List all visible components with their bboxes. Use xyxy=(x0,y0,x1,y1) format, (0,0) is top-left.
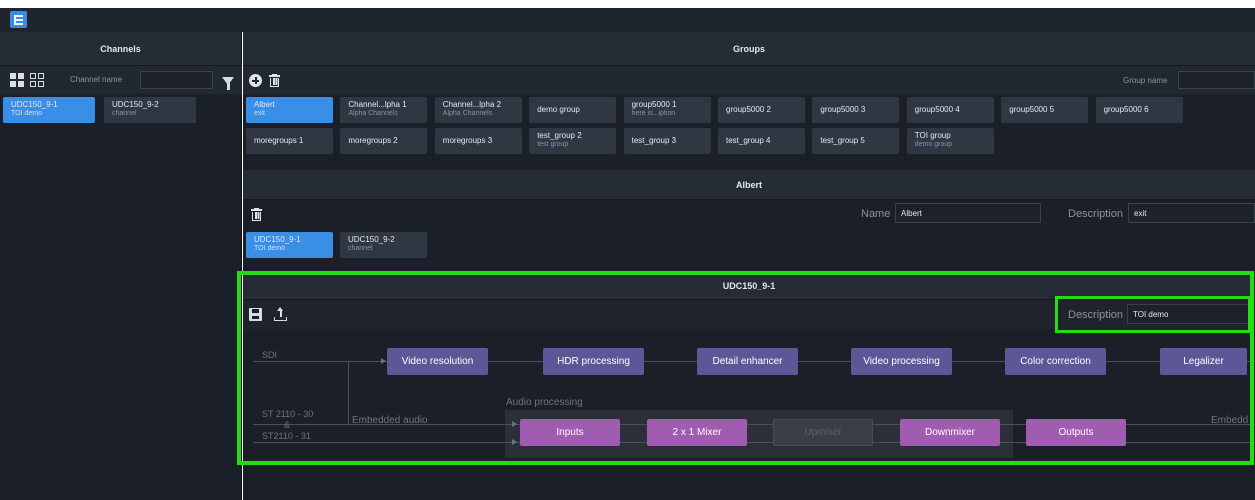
list-layout-icon[interactable] xyxy=(10,11,27,28)
group-chip[interactable]: Channel...lpha 1 Alpha Channels xyxy=(340,97,428,123)
group-chip-label: group5000 4 xyxy=(914,105,960,114)
grid-small-icon[interactable] xyxy=(30,73,44,87)
group-chip-description: exit xyxy=(254,110,265,117)
member-chip[interactable]: UDC150_9-2 channel xyxy=(340,232,427,258)
delete-icon[interactable] xyxy=(269,74,280,87)
delete-group-icon[interactable] xyxy=(251,208,262,221)
group-chip-label: group5000 6 xyxy=(1103,105,1149,114)
group-description-field[interactable] xyxy=(1128,203,1255,223)
group-chip-label: test_group 5 xyxy=(820,136,865,145)
group-chip[interactable]: moregroups 2 xyxy=(340,128,428,154)
group-chip[interactable]: test_group 5 xyxy=(812,128,900,154)
group-chip-label: moregroups 1 xyxy=(254,136,304,145)
group-chip[interactable]: group5000 3 xyxy=(812,97,900,123)
group-chip-label: group5000 1 xyxy=(631,100,677,109)
description-highlight xyxy=(1055,296,1251,333)
group-chip-label: Albert xyxy=(254,100,275,109)
group-chip-label: group5000 5 xyxy=(1009,105,1055,114)
channel-name-input[interactable] xyxy=(140,71,213,89)
channel-chip-description: TOI demo xyxy=(11,110,42,117)
group-chip[interactable]: group5000 4 xyxy=(906,97,994,123)
group-chip[interactable]: group5000 5 xyxy=(1001,97,1089,123)
group-chip-label: Channel...lpha 2 xyxy=(442,100,502,109)
group-chip[interactable]: group5000 6 xyxy=(1095,97,1183,123)
group-chip-description: here is...iption xyxy=(631,110,676,117)
group-chip[interactable]: TOI group demo group xyxy=(906,128,994,154)
group-chip[interactable]: test_group 2 test group xyxy=(529,128,617,154)
group-chip[interactable]: moregroups 3 xyxy=(434,128,522,154)
group-chip[interactable]: test_group 3 xyxy=(623,128,711,154)
member-chip-description: TOI demo xyxy=(254,245,285,252)
group-chip-label: test_group 4 xyxy=(726,136,771,145)
filter-icon[interactable] xyxy=(222,77,234,90)
groups-toolbar: Group name xyxy=(243,66,1255,94)
group-name-field-label: Name xyxy=(861,208,891,220)
group-chip-label: test_group 2 xyxy=(537,131,582,140)
top-bar xyxy=(0,8,1255,32)
group-detail-title: Albert xyxy=(243,170,1255,200)
group-name-input[interactable] xyxy=(1178,71,1255,89)
group-chip-label: Channel...lpha 1 xyxy=(348,100,407,109)
group-chip-label: TOI group xyxy=(914,131,951,140)
group-chip-label: moregroups 3 xyxy=(442,136,493,145)
group-chip-label: moregroups 2 xyxy=(348,136,398,145)
group-chip[interactable]: Albert exit xyxy=(246,97,333,123)
group-chip[interactable]: group5000 2 xyxy=(718,97,805,123)
group-chip[interactable]: test_group 4 xyxy=(718,128,805,154)
grid-large-icon[interactable] xyxy=(10,73,24,87)
channel-chip-label: UDC150_9-1 xyxy=(11,100,58,109)
channels-toolbar: Channel name xyxy=(0,66,242,94)
group-chip-description: Alpha Channels xyxy=(348,110,398,117)
group-chip[interactable]: group5000 1 here is...iption xyxy=(623,97,711,123)
group-chip[interactable]: demo group xyxy=(529,97,617,123)
group-name-field[interactable] xyxy=(895,203,1041,223)
member-chip-label: UDC150_9-1 xyxy=(254,235,301,244)
group-chip-description: test group xyxy=(537,141,569,148)
group-detail-toolbar: Name Description xyxy=(243,200,1255,230)
group-chip-label: demo group xyxy=(537,105,580,114)
channel-chip[interactable]: UDC150_9-1 TOI demo xyxy=(3,97,95,123)
member-chip[interactable]: UDC150_9-1 TOI demo xyxy=(246,232,333,258)
group-name-label: Group name xyxy=(1123,76,1168,85)
group-chip-label: test_group 3 xyxy=(631,136,677,145)
member-chip-label: UDC150_9-2 xyxy=(348,235,395,244)
channels-title: Channels xyxy=(0,32,241,66)
channel-chip-description: channel xyxy=(112,110,137,117)
group-chip[interactable]: Channel...lpha 2 Alpha Channels xyxy=(434,97,522,123)
group-chip-label: group5000 2 xyxy=(726,105,771,114)
group-chip-label: group5000 3 xyxy=(820,105,866,114)
group-chip-description: Alpha Channels xyxy=(442,110,493,117)
group-chip-description: demo group xyxy=(914,141,953,148)
groups-title: Groups xyxy=(243,32,1255,66)
channel-chip-label: UDC150_9-2 xyxy=(112,100,159,109)
channel-name-label: Channel name xyxy=(70,75,123,84)
add-icon[interactable] xyxy=(249,74,262,87)
channels-panel: Channels Channel name UDC150_9-1 TOI demo… xyxy=(0,32,242,500)
group-chip[interactable]: moregroups 1 xyxy=(246,128,333,154)
member-chip-description: channel xyxy=(348,245,373,252)
channel-chip[interactable]: UDC150_9-2 channel xyxy=(104,97,196,123)
group-description-label: Description xyxy=(1068,208,1124,220)
